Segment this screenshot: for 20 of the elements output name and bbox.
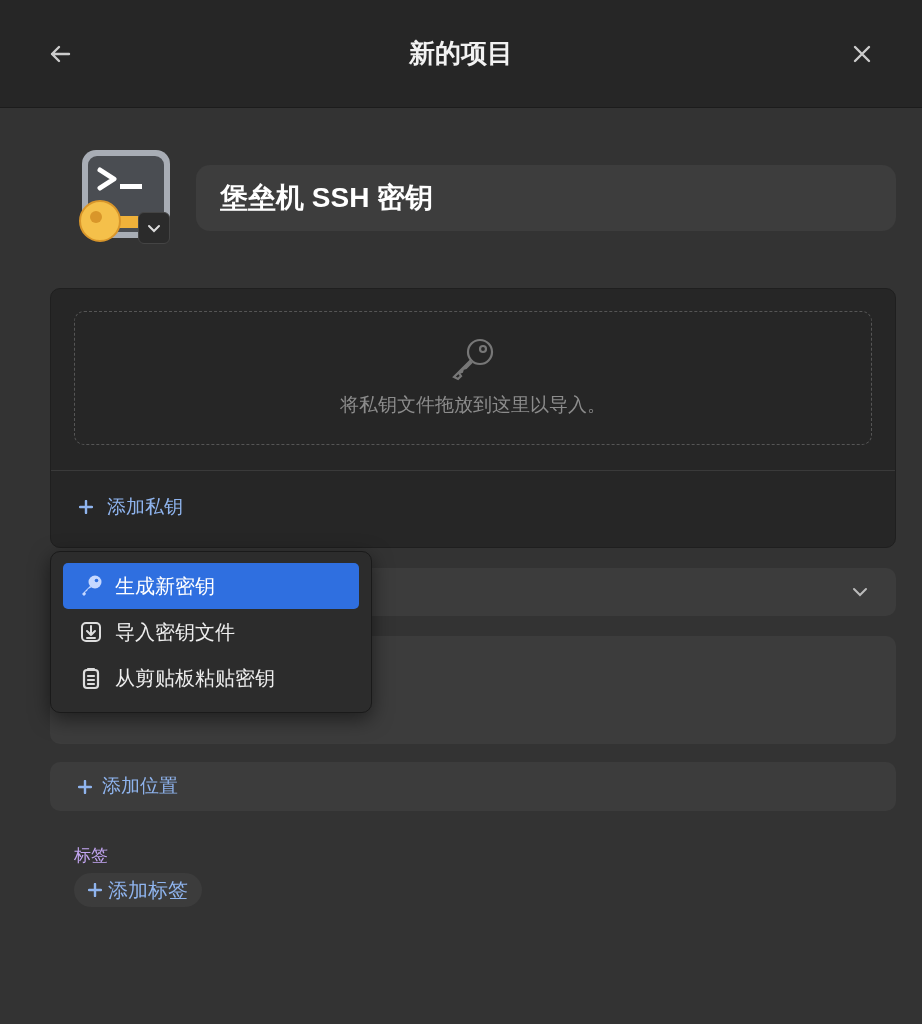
item-name-field[interactable]: 堡垒机 SSH 密钥 (196, 165, 896, 231)
terminal-key-icon (78, 148, 172, 242)
tags-label: 标签 (74, 845, 109, 867)
menu-item[interactable]: 生成新密钥 (63, 563, 359, 609)
add-private-key-button[interactable]: 添加私钥 (79, 493, 183, 522)
import-icon (79, 620, 103, 644)
plus-icon (88, 882, 102, 897)
chevron-down-icon (147, 223, 161, 233)
icon-dropdown-button[interactable] (138, 212, 170, 244)
drop-zone[interactable]: 将私钥文件拖放到这里以导入。 (74, 311, 872, 445)
add-location-button[interactable]: 添加位置 (78, 772, 178, 801)
add-tag-button[interactable]: 添加标签 (74, 872, 202, 907)
plus-icon (78, 779, 92, 794)
plus-icon (79, 500, 93, 515)
key-icon (450, 336, 496, 381)
chevron-down-icon (852, 587, 868, 597)
drop-hint: 将私钥文件拖放到这里以导入。 (340, 392, 606, 417)
dialog-title: 新的项目 (409, 37, 513, 70)
menu-item[interactable]: 导入密钥文件 (63, 609, 359, 655)
menu-item[interactable]: 从剪贴板粘贴密钥 (63, 655, 359, 701)
